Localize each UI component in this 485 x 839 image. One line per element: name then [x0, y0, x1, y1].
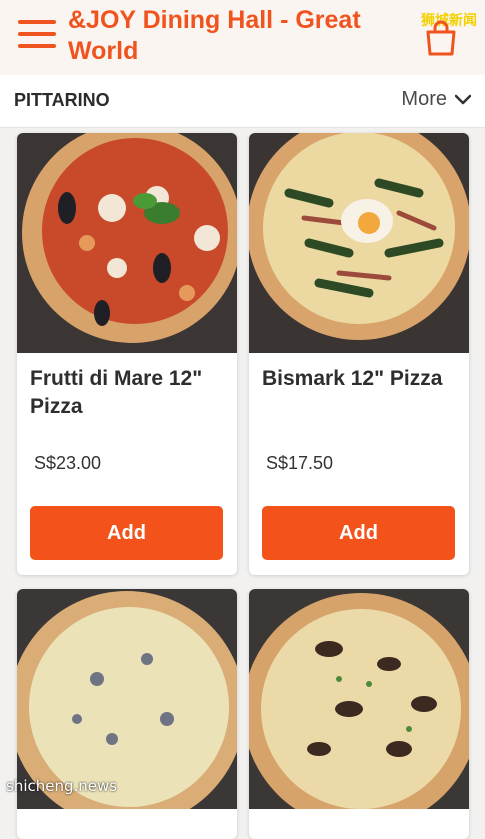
product-card[interactable] [249, 589, 469, 839]
pizza-image [17, 589, 237, 809]
add-button[interactable]: Add [262, 506, 455, 560]
pizza-image [249, 133, 469, 353]
page-title: &JOY Dining Hall - Great World [68, 6, 361, 65]
hamburger-menu-icon[interactable] [18, 18, 58, 50]
shopping-bag-icon[interactable] [424, 20, 458, 56]
app-header: &JOY Dining Hall - Great World 狮城新闻 [0, 0, 485, 75]
watermark-bottom: shicheng.news [6, 777, 118, 795]
pizza-image [17, 133, 237, 353]
product-price: S$17.50 [266, 453, 334, 473]
product-price: S$23.00 [34, 453, 102, 473]
pizza-image [249, 589, 469, 809]
add-button[interactable]: Add [30, 506, 223, 560]
product-card[interactable]: Bismark 12" Pizza S$17.50 Add [249, 133, 469, 575]
more-dropdown[interactable]: More [401, 88, 471, 111]
product-card[interactable]: Frutti di Mare 12" Pizza S$23.00 Add [17, 133, 237, 575]
chevron-down-icon [455, 94, 471, 104]
product-name: Bismark 12" Pizza [262, 367, 443, 390]
restaurant-name: PITTARINO [14, 90, 110, 110]
product-card[interactable] [17, 589, 237, 839]
restaurant-bar: PITTARINO More [0, 75, 485, 128]
product-name: Frutti di Mare 12" Pizza [30, 367, 203, 418]
more-label: More [401, 88, 447, 110]
